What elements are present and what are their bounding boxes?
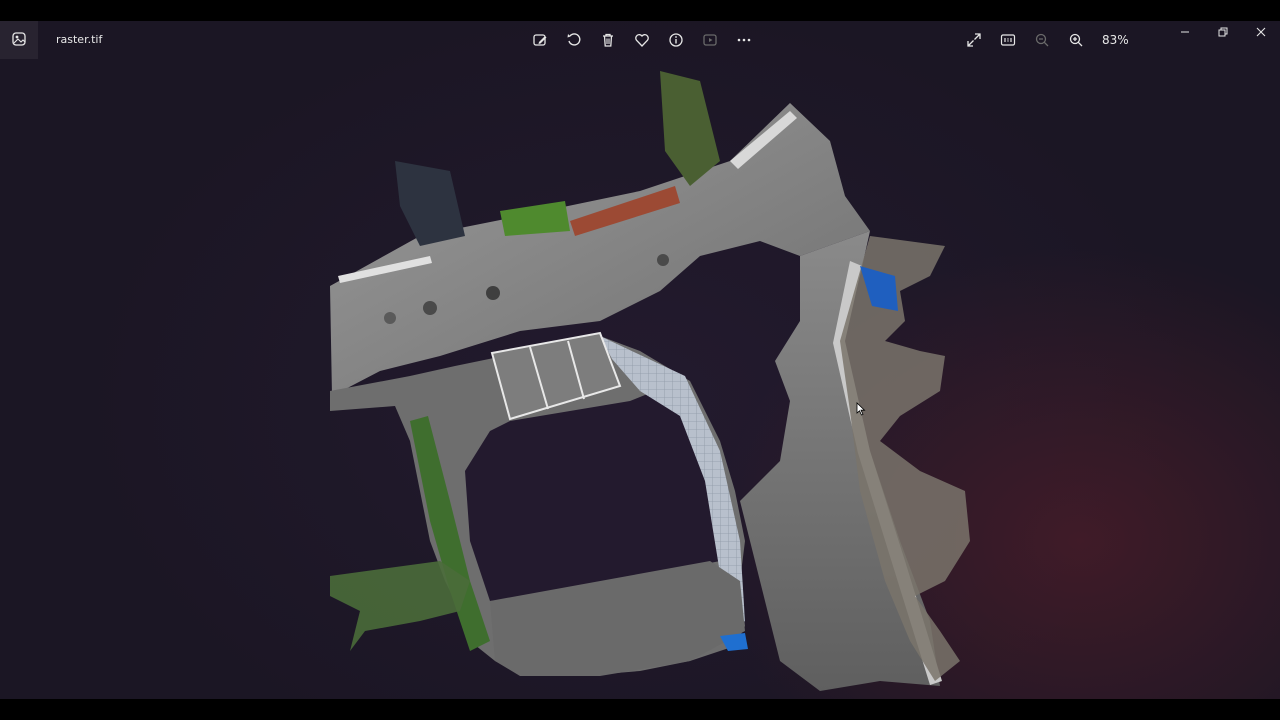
tree-shadow-top [395,161,465,246]
manhole [384,312,396,324]
slideshow-icon [703,34,717,46]
hedge-top [500,201,570,236]
more-options-button[interactable] [732,28,756,52]
fullscreen-icon [967,33,981,47]
zoom-out-button[interactable] [1030,28,1054,52]
zoom-in-button[interactable] [1064,28,1088,52]
zoom-in-icon [1069,33,1083,47]
manhole [423,301,437,315]
letterbox-top [0,0,1280,21]
delete-button[interactable] [596,28,620,52]
manhole [486,286,500,300]
minimize-icon [1181,31,1189,33]
info-icon [669,33,683,47]
fullscreen-button[interactable] [962,28,986,52]
zoom-level[interactable]: 83% [1102,33,1129,47]
minimize-button[interactable] [1166,21,1204,43]
favorite-heart-icon [635,34,649,47]
vegetation-left [330,561,470,651]
raster-image [330,71,970,691]
restore-button[interactable] [1204,21,1242,43]
pointer-icon [856,402,866,416]
close-icon [1256,27,1266,37]
slideshow-button[interactable] [698,28,722,52]
restore-icon [1218,27,1228,37]
rotate-button[interactable] [562,28,586,52]
toolbar-right: 83% [962,28,1129,52]
zoom-out-icon [1035,33,1049,47]
rotate-icon [567,33,581,46]
actual-size-button[interactable] [996,28,1020,52]
mouse-cursor [856,401,866,420]
edit-image-button[interactable] [528,28,552,52]
edit-image-icon [533,34,547,46]
actual-size-icon [1000,34,1016,46]
delete-icon [603,33,613,47]
info-button[interactable] [664,28,688,52]
app-icon-button[interactable] [0,21,38,59]
photo-viewer-window: raster.tif 83% [0,21,1280,699]
photos-app-icon [12,31,26,49]
window-controls [1166,21,1280,51]
favorite-button[interactable] [630,28,654,52]
title-bar: raster.tif 83% [0,21,1280,59]
toolbar-center [528,28,756,52]
manhole [657,254,669,266]
image-canvas[interactable] [0,21,1280,699]
more-options-icon [737,38,751,42]
letterbox-bottom [0,699,1280,720]
file-name: raster.tif [56,33,103,46]
close-button[interactable] [1242,21,1280,43]
